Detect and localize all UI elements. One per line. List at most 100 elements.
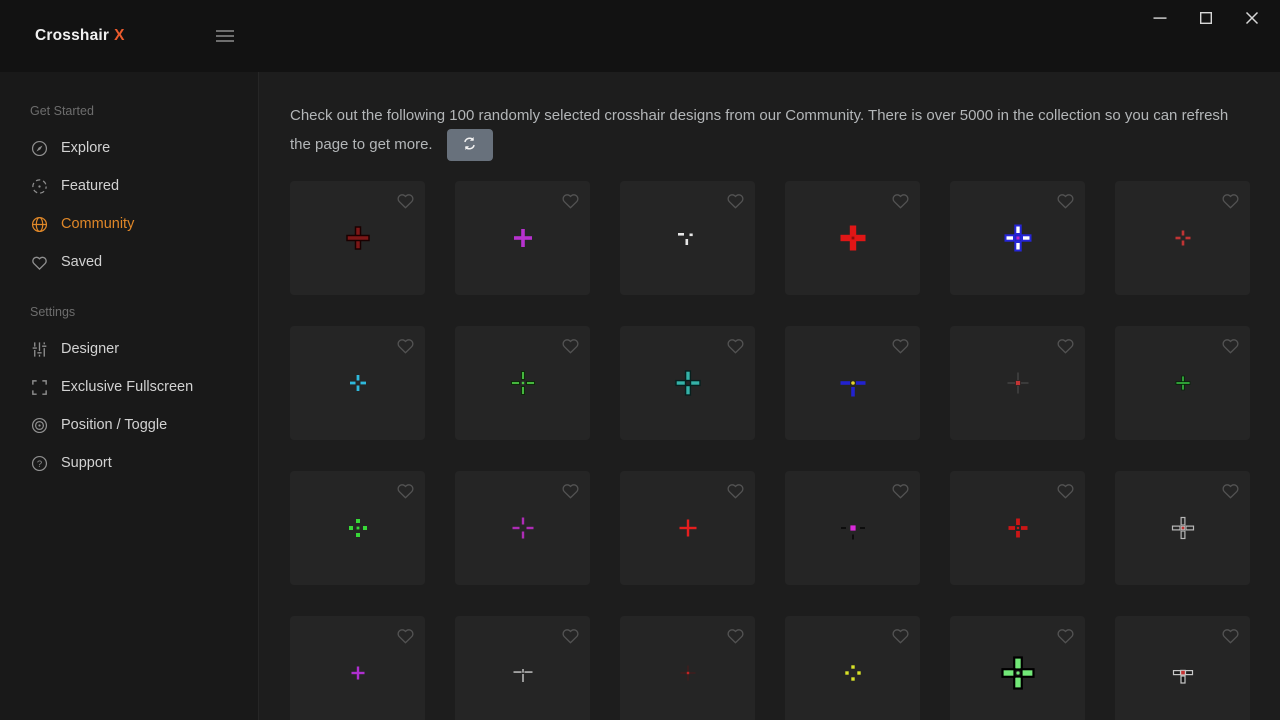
favorite-heart-button[interactable] (1218, 478, 1242, 502)
crosshair-preview (503, 653, 543, 693)
favorite-heart-button[interactable] (723, 478, 747, 502)
crosshair-preview (668, 508, 708, 548)
favorite-heart-button[interactable] (888, 478, 912, 502)
sidebar-item-label: Featured (61, 178, 119, 194)
crosshair-preview (1163, 218, 1203, 258)
minimize-button[interactable] (1145, 4, 1175, 34)
favorite-heart-button[interactable] (1053, 188, 1077, 212)
favorite-heart-button[interactable] (723, 623, 747, 647)
help-icon: ? (30, 454, 49, 473)
crosshair-card-bold-red-cross[interactable] (785, 181, 920, 295)
crosshair-preview (998, 363, 1038, 403)
crosshair-preview (668, 363, 708, 403)
minimize-icon (1153, 11, 1167, 28)
crosshair-card-magenta-square-black-dashes[interactable] (785, 471, 920, 585)
crosshair-card-green-thick-outlined-cross[interactable] (950, 616, 1085, 720)
favorite-heart-button[interactable] (1218, 188, 1242, 212)
crosshair-card-green-gap-cross-dot[interactable] (455, 326, 590, 440)
crosshair-preview (338, 363, 378, 403)
crosshair-preview (998, 653, 1038, 693)
sidebar-item-explore[interactable]: Explore (0, 129, 258, 167)
crosshair-card-green-dot-cluster[interactable] (290, 471, 425, 585)
crosshair-preview (833, 653, 873, 693)
sidebar-item-saved[interactable]: Saved (0, 243, 258, 281)
maximize-button[interactable] (1191, 4, 1221, 34)
sliders-icon (30, 340, 49, 359)
crosshair-card-magenta-small-plus[interactable] (290, 616, 425, 720)
crosshair-preview (1163, 508, 1203, 548)
crosshair-card-red-segmented-cross-dot[interactable] (950, 471, 1085, 585)
sidebar: Get StartedExploreFeaturedCommunitySaved… (0, 72, 259, 720)
favorite-heart-button[interactable] (888, 333, 912, 357)
crosshair-card-blue-t-yellow-dot[interactable] (785, 326, 920, 440)
crosshair-preview (833, 363, 873, 403)
crosshair-preview (668, 653, 708, 693)
sidebar-item-position-toggle[interactable]: Position / Toggle (0, 406, 258, 444)
hamburger-icon (215, 29, 235, 46)
sidebar-item-label: Saved (61, 254, 102, 270)
crosshair-card-teal-outlined-gap-cross[interactable] (620, 326, 755, 440)
crosshair-preview (1163, 653, 1203, 693)
favorite-heart-button[interactable] (558, 623, 582, 647)
sidebar-item-label: Community (61, 216, 134, 232)
favorite-heart-button[interactable] (393, 478, 417, 502)
crosshair-card-white-t-shape[interactable] (455, 616, 590, 720)
rings-icon (30, 416, 49, 435)
crosshair-preview (833, 218, 873, 258)
crosshair-card-yellow-diamond-dots[interactable] (785, 616, 920, 720)
crosshair-card-green-small-plus[interactable] (1115, 326, 1250, 440)
sidebar-item-label: Designer (61, 341, 119, 357)
favorite-heart-button[interactable] (1218, 623, 1242, 647)
close-button[interactable] (1237, 4, 1267, 34)
crosshair-preview (503, 508, 543, 548)
close-icon (1245, 11, 1259, 28)
crosshair-preview (338, 218, 378, 258)
refresh-button[interactable] (447, 129, 493, 161)
sidebar-item-designer[interactable]: Designer (0, 330, 258, 368)
crosshair-preview (338, 653, 378, 693)
crosshair-card-faint-red-cross-dot[interactable] (620, 616, 755, 720)
favorite-heart-button[interactable] (558, 478, 582, 502)
favorite-heart-button[interactable] (393, 623, 417, 647)
favorite-heart-button[interactable] (723, 188, 747, 212)
crosshair-card-white-blue-outline-cross-purple-dot[interactable] (950, 181, 1085, 295)
sidebar-section-label: Settings (30, 303, 258, 321)
crosshair-preview (503, 363, 543, 403)
crosshair-card-gray-outline-cross-red-center[interactable] (1115, 471, 1250, 585)
favorite-heart-button[interactable] (723, 333, 747, 357)
favorite-heart-button[interactable] (1053, 478, 1077, 502)
crosshair-preview (998, 218, 1038, 258)
sidebar-item-featured[interactable]: Featured (0, 167, 258, 205)
favorite-heart-button[interactable] (1218, 333, 1242, 357)
crosshair-preview (1163, 363, 1203, 403)
sidebar-item-exclusive-fullscreen[interactable]: Exclusive Fullscreen (0, 368, 258, 406)
crosshair-card-gray-thin-cross-red-dot[interactable] (950, 326, 1085, 440)
crosshair-card-white-dash-trio[interactable] (620, 181, 755, 295)
window-controls (1145, 4, 1267, 34)
crosshair-card-cyan-gap-cross[interactable] (290, 326, 425, 440)
crosshair-card-red-gap-cross-small[interactable] (1115, 181, 1250, 295)
maximize-icon (1199, 11, 1213, 28)
crosshair-card-white-outline-t-red-center[interactable] (1115, 616, 1250, 720)
title-bar: Crosshair X (0, 0, 1280, 72)
favorite-heart-button[interactable] (888, 623, 912, 647)
sidebar-item-support[interactable]: ?Support (0, 444, 258, 482)
crosshair-card-red-thin-plus[interactable] (620, 471, 755, 585)
favorite-heart-button[interactable] (393, 188, 417, 212)
sidebar-item-community[interactable]: Community (0, 205, 258, 243)
crosshair-card-dark-red-outlined-cross[interactable] (290, 181, 425, 295)
sidebar-item-label: Explore (61, 140, 110, 156)
favorite-heart-button[interactable] (888, 188, 912, 212)
favorite-heart-button[interactable] (558, 188, 582, 212)
scope-icon (30, 177, 49, 196)
favorite-heart-button[interactable] (393, 333, 417, 357)
menu-toggle-button[interactable] (214, 29, 236, 45)
favorite-heart-button[interactable] (1053, 333, 1077, 357)
crosshair-card-magenta-plus[interactable] (455, 181, 590, 295)
fullscreen-icon (30, 378, 49, 397)
crosshair-card-magenta-gap-cross[interactable] (455, 471, 590, 585)
favorite-heart-button[interactable] (1053, 623, 1077, 647)
favorite-heart-button[interactable] (558, 333, 582, 357)
intro-text: Check out the following 100 randomly sel… (290, 107, 1228, 153)
svg-text:?: ? (37, 458, 42, 469)
